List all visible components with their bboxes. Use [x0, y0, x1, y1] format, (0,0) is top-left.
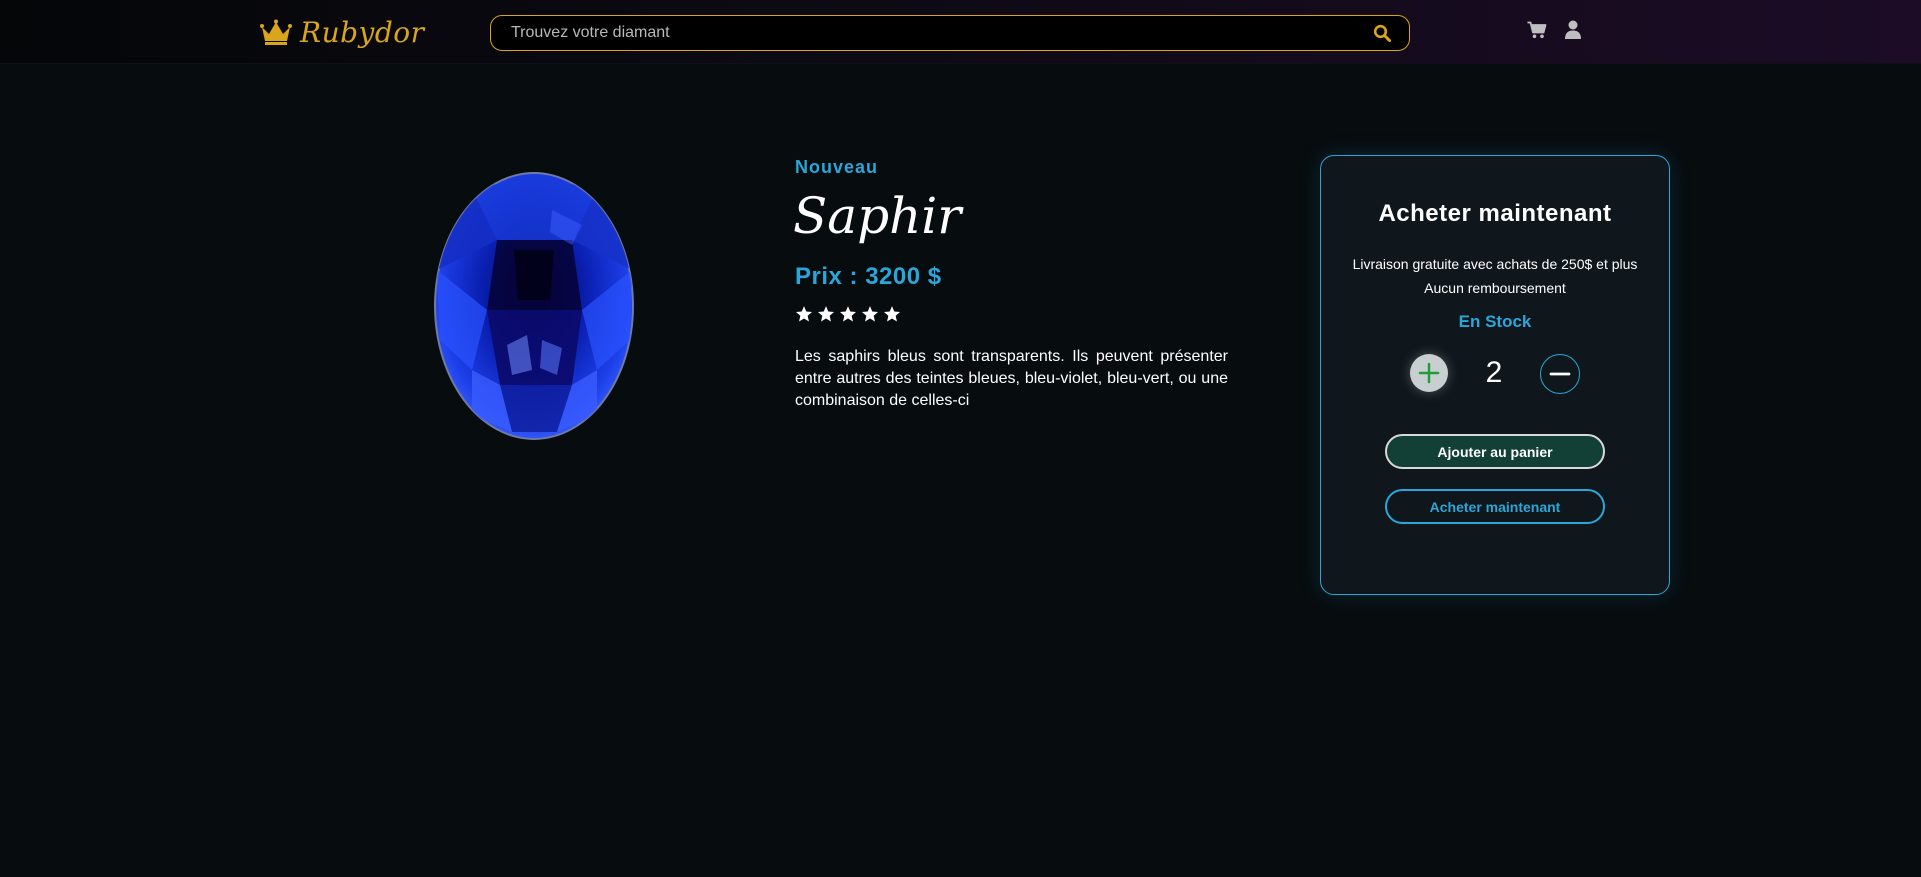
product-image: [432, 170, 637, 442]
star-icon: [861, 306, 879, 322]
decrease-quantity-button[interactable]: [1540, 354, 1580, 394]
star-icon: [883, 306, 901, 322]
brand-name: Rubydor: [300, 15, 425, 49]
product-title: Saphir: [793, 187, 962, 245]
stock-status: En Stock: [1458, 312, 1532, 331]
buy-panel: Acheter maintenant Livraison gratuite av…: [1320, 155, 1670, 595]
buy-panel-title: Acheter maintenant: [1378, 200, 1612, 227]
plus-icon: [1418, 362, 1440, 384]
minus-icon: [1549, 372, 1571, 376]
shipping-info: Livraison gratuite avec achats de 250$ e…: [1352, 256, 1638, 272]
search-input[interactable]: [511, 16, 1351, 49]
buy-now-button[interactable]: Acheter maintenant: [1385, 489, 1605, 524]
product-description: Les saphirs bleus sont transparents. Ils…: [795, 348, 1228, 409]
search-bar: [490, 15, 1410, 51]
star-icon: [839, 306, 857, 322]
cart-icon[interactable]: [1527, 21, 1547, 39]
crown-icon: [260, 19, 292, 45]
add-to-cart-button[interactable]: Ajouter au panier: [1385, 434, 1605, 469]
user-icon[interactable]: [1564, 20, 1582, 39]
product-price: Prix : 3200 $: [795, 263, 942, 290]
sapphire-gem-image: [434, 172, 634, 440]
star-icon: [817, 306, 835, 322]
quantity-value: 2: [1485, 356, 1503, 389]
brand-logo[interactable]: Rubydor: [260, 14, 425, 50]
increase-quantity-button[interactable]: [1410, 354, 1448, 392]
search-icon[interactable]: [1373, 24, 1391, 42]
refund-info: Aucun remboursement: [1424, 280, 1566, 296]
rating-stars: [795, 305, 901, 323]
top-navbar: Rubydor: [0, 0, 1921, 64]
star-icon: [795, 306, 813, 322]
new-badge: Nouveau: [795, 157, 879, 177]
